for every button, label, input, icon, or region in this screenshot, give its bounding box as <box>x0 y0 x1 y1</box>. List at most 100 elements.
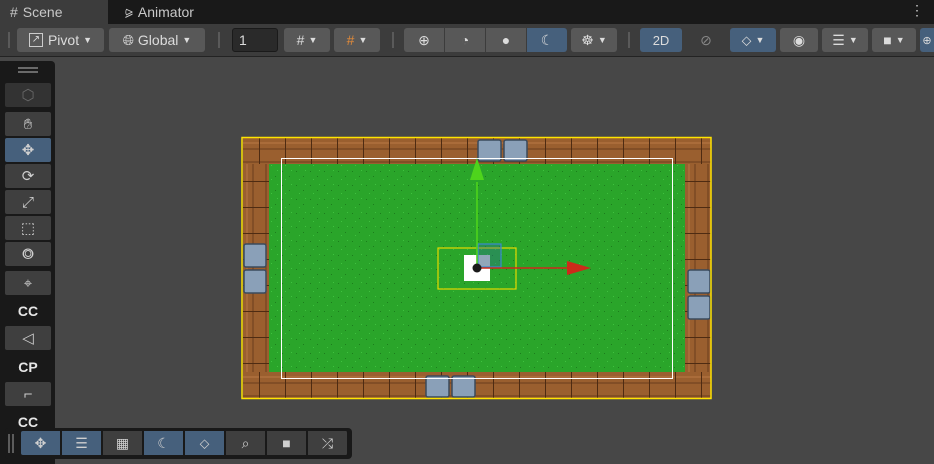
rotate-tool-button[interactable]: ⟳ <box>5 164 51 188</box>
chevron-down-icon: ▼ <box>83 35 93 45</box>
light-off-icon: ⊘ <box>700 31 712 48</box>
grid-icon: # <box>10 4 18 20</box>
unlit-button[interactable]: ☾ <box>527 28 567 52</box>
gizmo-xy-plane[interactable] <box>477 243 502 268</box>
animator-icon: ⪩ <box>125 3 133 20</box>
overlay-grid-button[interactable]: ▦ <box>103 431 143 455</box>
edit-collider-button[interactable]: ⌐ <box>5 382 51 406</box>
overlay-search-button[interactable]: ⌕ <box>226 431 266 455</box>
overlay-layers-button[interactable]: ⬦ <box>185 431 225 455</box>
rect-tool-button[interactable]: ⬚ <box>5 216 51 240</box>
rotate-icon: ⟳ <box>21 168 35 185</box>
global-dropdown[interactable]: 🌐︎ Global ▼ <box>109 28 205 52</box>
grid-snap-icon: # <box>346 32 355 48</box>
scene-view[interactable] <box>0 0 934 464</box>
overlay-toolbar: ✥ ☰ ▦ ☾ ⬦ ⌕ ■ ⤮ <box>5 428 352 459</box>
shading-icon: ☾ <box>157 434 170 451</box>
wireframe-icon: ⊕ <box>418 31 430 48</box>
transform-tool-button[interactable]: ⭗ <box>5 242 51 266</box>
effects-icon: ⬦ <box>741 31 752 48</box>
view-tool-button[interactable]: ⬡ <box>5 83 51 107</box>
object-bounds <box>437 247 517 290</box>
search-icon: ⌕ <box>241 434 250 451</box>
custom-tool-button[interactable]: ⌖ <box>5 271 51 295</box>
panel-grip[interactable] <box>18 67 38 73</box>
rect-icon: ⬚ <box>20 220 36 237</box>
mode-2d-label: 2D <box>652 32 670 48</box>
gizmo-center[interactable] <box>472 263 482 273</box>
tab-bar: # Scene ⪩ Animator ⋮ <box>0 0 934 24</box>
custom-tool-icon: ⌖ <box>23 274 33 292</box>
tool-label-cc[interactable]: CC <box>5 300 51 322</box>
hand-icon: ✋︎ <box>23 115 33 133</box>
grass-field[interactable] <box>269 164 685 372</box>
shaded-wireframe-button[interactable]: ◔ <box>445 28 485 52</box>
overlay-shading-button[interactable]: ☾ <box>144 431 184 455</box>
goal-right[interactable] <box>687 269 711 320</box>
ball-sprite[interactable] <box>464 255 490 281</box>
grid-snap-dropdown[interactable]: # ▼ <box>334 28 380 52</box>
hand-tool-button[interactable]: ✋︎ <box>5 112 51 136</box>
goal-top[interactable] <box>477 139 528 162</box>
grid-visibility-dropdown[interactable]: # ▼ <box>284 28 330 52</box>
tool-label-cp[interactable]: CP <box>5 356 51 378</box>
overlay-grip[interactable] <box>8 434 14 453</box>
gizmo-x-arrow[interactable] <box>567 261 591 275</box>
table-frame[interactable] <box>243 138 711 398</box>
chevron-down-icon: ▼ <box>895 35 905 45</box>
camera-icon: ■ <box>883 32 892 48</box>
move-icon: ✥ <box>34 434 47 451</box>
mode-2d-button[interactable]: 2D <box>640 28 682 52</box>
tab-scene[interactable]: # Scene <box>0 0 108 24</box>
visibility-toggle[interactable]: ◉ <box>780 28 818 52</box>
lighting-toggle[interactable]: ⊘ <box>688 28 724 52</box>
goal-left[interactable] <box>243 243 267 294</box>
grid-size-value: 1 <box>239 32 247 48</box>
pivot-icon: ↗ <box>28 33 43 47</box>
shaded-button[interactable]: ● <box>486 28 526 52</box>
separator <box>392 32 394 48</box>
tab-scene-label: Scene <box>22 4 63 20</box>
edit-collider-icon: ⌐ <box>23 385 33 403</box>
selection-outline <box>241 136 712 400</box>
debug-draw-dropdown[interactable]: ☸ ▼ <box>571 28 617 52</box>
camera-icon: ■ <box>282 435 291 451</box>
grid-y-icon: # <box>296 32 305 48</box>
toolbar-grip[interactable] <box>8 32 10 48</box>
ball-sprite-shade <box>478 255 490 267</box>
move-gizmo[interactable] <box>470 158 591 275</box>
grid-size-input[interactable]: 1 <box>232 28 278 52</box>
overlay-camera-button[interactable]: ■ <box>267 431 307 455</box>
effects-dropdown[interactable]: ⬦ ▼ <box>730 28 776 52</box>
inspector-icon: ☰ <box>75 434 88 451</box>
transform-icon: ⭗ <box>22 245 34 263</box>
chevron-down-icon: ▼ <box>848 35 858 45</box>
scale-icon: ⤢ <box>21 193 34 211</box>
overlay-shuffle-button[interactable]: ⤮ <box>308 431 348 455</box>
chevron-down-icon: ▼ <box>308 35 318 45</box>
layers-dropdown[interactable]: ☰ ▼ <box>822 28 868 52</box>
collider-tool-button[interactable]: ◁ <box>5 326 51 350</box>
separator <box>218 32 220 48</box>
move-icon: ✥ <box>21 142 35 159</box>
shaded-icon: ● <box>501 32 511 48</box>
gizmo-y-arrow[interactable] <box>470 158 484 180</box>
camera-dropdown[interactable]: ■ ▼ <box>872 28 916 52</box>
chevron-down-icon: ▼ <box>182 35 192 45</box>
gizmo-icon: ⊕ <box>922 34 932 47</box>
cube-icon: ⬡ <box>21 87 35 104</box>
goal-bottom[interactable] <box>425 375 476 398</box>
wireframe-button[interactable]: ⊕ <box>404 28 444 52</box>
chevron-down-icon: ▼ <box>358 35 368 45</box>
chevron-down-icon: ▼ <box>597 35 607 45</box>
overlay-move-button[interactable]: ✥ <box>21 431 61 455</box>
bug-icon: ☸ <box>581 31 594 48</box>
gizmos-button[interactable]: ⊕ <box>920 28 934 52</box>
eye-icon: ◉ <box>792 31 806 48</box>
scale-tool-button[interactable]: ⤢ <box>5 190 51 214</box>
pivot-dropdown[interactable]: ↗ Pivot ▼ <box>17 28 104 52</box>
move-tool-button[interactable]: ✥ <box>5 138 51 162</box>
tab-animator[interactable]: ⪩ Animator <box>115 0 204 24</box>
more-options-icon[interactable]: ⋮ <box>910 2 924 19</box>
overlay-inspector-button[interactable]: ☰ <box>62 431 102 455</box>
